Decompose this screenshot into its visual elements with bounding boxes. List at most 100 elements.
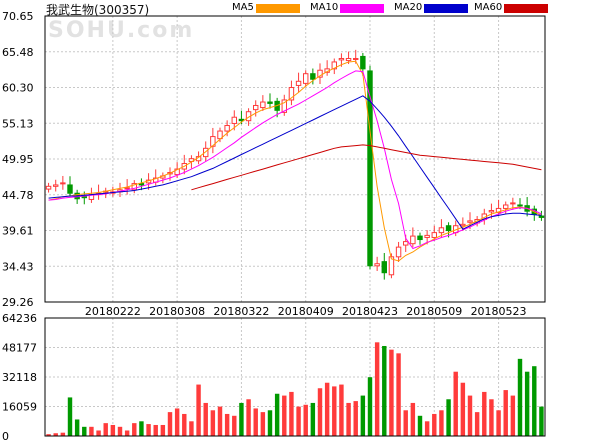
volume-bar (503, 390, 508, 436)
volume-bar (253, 408, 258, 436)
volume-bar (432, 413, 437, 436)
volume-bar (103, 423, 108, 436)
date-tick-label: 20180509 (406, 305, 462, 318)
price-tick-label: 44.78 (2, 189, 34, 202)
volume-tick-label: 64236 (2, 312, 37, 325)
volume-tick-label: 32118 (2, 371, 37, 384)
volume-bar (274, 393, 280, 436)
volume-bar (246, 399, 251, 436)
candle-body (445, 225, 452, 232)
volume-bar (524, 371, 530, 436)
price-tick-label: 34.43 (2, 260, 34, 273)
volume-tick-label: 16059 (2, 401, 37, 414)
candle-body (417, 235, 423, 241)
volume-bar (189, 421, 194, 436)
volume-bar (517, 358, 523, 436)
candle-body (353, 57, 359, 60)
date-tick-label: 20180409 (278, 305, 334, 318)
candle-body (345, 57, 352, 62)
candle-body (67, 184, 73, 194)
volume-bar (139, 421, 144, 436)
volume-bar (196, 384, 201, 436)
candle-body (310, 73, 316, 80)
candle-body (295, 80, 302, 86)
volume-bar (217, 406, 223, 436)
volume-bar (203, 402, 208, 436)
date-tick-label: 20180222 (85, 305, 141, 318)
candle-body (517, 204, 523, 207)
candle-body (510, 202, 516, 205)
candle-body (410, 235, 416, 245)
candle-body (303, 73, 309, 84)
price-tick-label: 60.30 (2, 82, 34, 95)
price-tick-label: 55.13 (2, 117, 34, 130)
candle-body (124, 187, 130, 190)
volume-bar (467, 395, 473, 436)
volume-bar (310, 402, 316, 436)
volume-bar (339, 384, 344, 436)
date-tick-label: 20180423 (342, 305, 398, 318)
candle-body (467, 220, 473, 223)
volume-bar (367, 377, 373, 436)
volume-bar (117, 426, 123, 436)
volume-bar (82, 426, 87, 436)
volume-tick-label: 0 (2, 430, 9, 440)
candle-body (503, 204, 509, 209)
volume-bar (296, 406, 301, 436)
price-tick-label: 65.48 (2, 46, 34, 59)
stock-chart: 70.65 65.48 60.30 55.13 49.95 44.78 39.61 34.43… (2, 10, 546, 440)
candle-body (438, 227, 445, 234)
volume-bar (282, 395, 287, 436)
volume-bar (174, 408, 180, 436)
volume-bar (496, 410, 501, 436)
candle-body (231, 116, 237, 124)
volume-bar (532, 366, 537, 436)
candle-body (538, 215, 545, 218)
candle-body (53, 184, 59, 187)
ma5-line (48, 60, 542, 262)
volume-bar (382, 345, 387, 436)
ma20-line (48, 95, 542, 230)
price-tick-label: 39.61 (2, 225, 34, 238)
candle-body (224, 125, 230, 132)
volume-bar (389, 349, 394, 436)
candle-body (488, 210, 495, 213)
volume-bar (460, 382, 466, 436)
volume-bar (239, 402, 244, 436)
volume-bar (374, 342, 380, 436)
price-tick-label: 29.26 (2, 296, 34, 309)
date-tick-label: 20180322 (213, 305, 269, 318)
candle-body (260, 101, 266, 109)
candle-body (395, 246, 402, 258)
ma60-line (191, 144, 542, 191)
volume-bar (396, 353, 401, 436)
price-tick-label: 70.65 (2, 10, 34, 23)
candle-body (460, 223, 466, 227)
volume-bar (417, 415, 423, 436)
volume-bar (403, 410, 408, 436)
volume-bar (453, 371, 458, 436)
volume-tick-label: 48177 (2, 342, 37, 355)
volume-bar (474, 412, 480, 436)
volume-bar (424, 421, 430, 436)
candle-body (60, 182, 66, 185)
candle-body (431, 232, 438, 238)
volume-bar (210, 410, 216, 436)
volume-bar (67, 397, 73, 436)
volume-bar (539, 406, 544, 436)
volume-bar (160, 424, 166, 436)
volume-bar (153, 424, 158, 436)
volume-bar (510, 395, 516, 436)
volume-bar (74, 419, 80, 436)
volume-bar (260, 412, 266, 436)
volume-bar (167, 412, 173, 436)
volume-bar (332, 386, 337, 436)
volume-bar (353, 401, 358, 436)
volume-bar (146, 424, 151, 436)
candle-body (45, 185, 52, 190)
volume-bar (360, 395, 366, 436)
candle-body (374, 263, 380, 267)
candle-body (360, 55, 366, 70)
volume-bar (324, 382, 330, 436)
volume-bar (124, 430, 130, 436)
